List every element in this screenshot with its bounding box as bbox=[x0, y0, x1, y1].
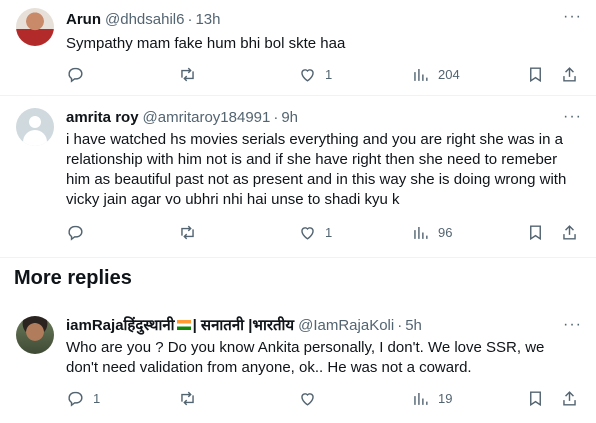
like-button[interactable]: 1 bbox=[298, 65, 332, 84]
separator-dot: · bbox=[397, 316, 403, 334]
reply-text: Sympathy mam fake hum bhi bol skte haa bbox=[66, 35, 346, 52]
share-icon bbox=[563, 66, 576, 82]
repost-icon bbox=[181, 225, 194, 239]
handle[interactable]: @IamRajaKoli bbox=[298, 317, 394, 334]
view-count: 96 bbox=[438, 224, 453, 240]
timestamp[interactable]: 5h bbox=[405, 317, 422, 334]
reply-header: amrita roy @amritaroy184991 · 9h bbox=[66, 108, 580, 126]
reply-count: 1 bbox=[93, 390, 101, 406]
reply-card[interactable]: Arun @dhdsahil6 · 13h Sympathy mam fake … bbox=[0, 0, 596, 96]
like-icon bbox=[301, 392, 314, 406]
india-flag-icon bbox=[176, 320, 191, 330]
views-icon bbox=[414, 226, 428, 239]
reply-icon bbox=[68, 67, 83, 83]
share-icon bbox=[563, 224, 576, 240]
timestamp[interactable]: 9h bbox=[281, 109, 298, 126]
more-options-button[interactable]: ··· bbox=[563, 8, 582, 26]
share-icon bbox=[563, 390, 576, 406]
action-bar: 1 19 bbox=[66, 388, 580, 408]
reply-icon bbox=[68, 225, 83, 241]
reply-button[interactable] bbox=[66, 223, 93, 242]
handle[interactable]: @amritaroy184991 bbox=[143, 109, 271, 126]
avatar[interactable] bbox=[16, 316, 54, 354]
action-bar: 1 96 bbox=[66, 222, 580, 242]
default-avatar-body bbox=[23, 130, 47, 146]
action-bar: 1 204 bbox=[66, 64, 580, 84]
reply-button[interactable]: 1 bbox=[66, 389, 100, 408]
section-heading: More replies bbox=[14, 267, 132, 289]
reply-card[interactable]: amrita roy @amritaroy184991 · 9h i have … bbox=[0, 96, 596, 258]
views-button[interactable]: 19 bbox=[411, 389, 452, 408]
bookmark-button[interactable] bbox=[526, 65, 545, 84]
bookmark-icon bbox=[530, 224, 541, 240]
reply-header: Arun @dhdsahil6 · 13h bbox=[66, 10, 580, 28]
views-icon bbox=[414, 392, 428, 405]
views-button[interactable]: 96 bbox=[411, 223, 452, 242]
repost-icon bbox=[181, 67, 194, 81]
reply-icon bbox=[68, 391, 83, 407]
reply-header: iamRajaहिंदुस्थानी | सनातनी |भारतीय @Iam… bbox=[66, 315, 580, 335]
repost-button[interactable] bbox=[178, 223, 205, 242]
like-count: 1 bbox=[325, 66, 333, 82]
display-name[interactable]: Arun bbox=[66, 11, 101, 28]
more-options-button[interactable]: ··· bbox=[563, 108, 582, 126]
separator-dot: · bbox=[187, 10, 193, 28]
like-button[interactable]: 1 bbox=[298, 223, 332, 242]
like-icon bbox=[301, 68, 314, 82]
bookmark-button[interactable] bbox=[526, 223, 545, 242]
bookmark-icon bbox=[530, 390, 541, 406]
view-count: 19 bbox=[438, 390, 453, 406]
share-button[interactable] bbox=[560, 65, 579, 84]
share-button[interactable] bbox=[560, 223, 579, 242]
display-name[interactable]: amrita roy bbox=[66, 109, 139, 126]
view-count: 204 bbox=[438, 66, 460, 82]
bookmark-button[interactable] bbox=[526, 389, 545, 408]
handle[interactable]: @dhdsahil6 bbox=[105, 11, 184, 28]
avatar[interactable] bbox=[16, 8, 54, 46]
timestamp[interactable]: 13h bbox=[195, 11, 220, 28]
views-button[interactable]: 204 bbox=[411, 65, 460, 84]
default-avatar-head bbox=[29, 116, 41, 128]
repost-button[interactable] bbox=[178, 389, 205, 408]
separator-dot: · bbox=[273, 108, 279, 126]
like-count: 1 bbox=[325, 224, 333, 240]
reply-card[interactable]: iamRajaहिंदुस्थानी | सनातनी |भारतीय @Iam… bbox=[0, 306, 596, 423]
reply-text: i have watched hs movies serials everyth… bbox=[66, 131, 567, 208]
more-options-button[interactable]: ··· bbox=[563, 316, 582, 334]
repost-icon bbox=[181, 391, 194, 405]
repost-button[interactable] bbox=[178, 65, 205, 84]
display-name[interactable]: iamRajaहिंदुस्थानी bbox=[66, 315, 175, 335]
avatar[interactable] bbox=[16, 108, 54, 146]
like-button[interactable] bbox=[298, 389, 325, 408]
views-icon bbox=[414, 68, 428, 81]
bookmark-icon bbox=[530, 66, 541, 82]
reply-text: Who are you ? Do you know Ankita persona… bbox=[66, 339, 545, 376]
display-name-extra: | सनातनी |भारतीय bbox=[192, 317, 295, 334]
reply-button[interactable] bbox=[66, 65, 93, 84]
like-icon bbox=[301, 226, 314, 240]
share-button[interactable] bbox=[560, 389, 579, 408]
